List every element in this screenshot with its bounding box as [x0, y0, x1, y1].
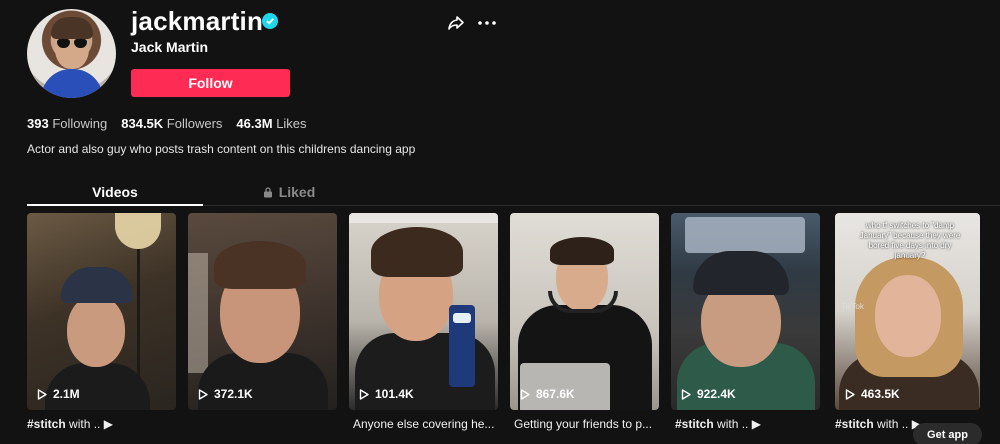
profile-bio: Actor and also guy who posts trash conte… — [27, 142, 416, 156]
video-card[interactable]: 101.4K — [349, 213, 498, 410]
view-count: 867.6K — [520, 387, 575, 401]
followers-label: Followers — [166, 116, 223, 131]
get-app-button[interactable]: Get app — [913, 423, 982, 444]
view-count-text: 867.6K — [536, 387, 575, 401]
video-thumbnail — [510, 213, 659, 410]
profile-username: jackmartin — [131, 6, 264, 36]
video-thumbnail — [671, 213, 820, 410]
view-count: 463.5K — [845, 387, 900, 401]
tab-liked[interactable]: Liked — [201, 184, 377, 200]
video-card[interactable]: 372.1K — [188, 213, 337, 410]
stat-followers[interactable]: 834.5K Followers — [121, 116, 222, 131]
play-icon — [359, 388, 369, 400]
verified-badge-icon — [262, 13, 278, 29]
following-count: 393 — [27, 116, 49, 131]
view-count-text: 372.1K — [214, 387, 253, 401]
caption-text: Anyone else covering he... — [353, 417, 495, 431]
view-count: 922.4K — [681, 387, 736, 401]
caption-text: with .. — [65, 417, 101, 431]
play-icon — [681, 388, 691, 400]
avatar-hair — [51, 17, 93, 39]
view-count: 372.1K — [198, 387, 253, 401]
view-count-text: 2.1M — [53, 387, 80, 401]
more-options-icon[interactable] — [477, 13, 497, 33]
caption-play-icon: ▶ — [751, 417, 761, 431]
view-count-text: 101.4K — [375, 387, 414, 401]
video-card[interactable]: 922.4K — [671, 213, 820, 410]
video-caption[interactable]: #stitch with .. ▶ — [27, 417, 176, 431]
video-thumbnail — [27, 213, 176, 410]
lock-icon — [263, 187, 272, 198]
profile-nickname: Jack Martin — [131, 39, 209, 55]
video-caption[interactable]: Anyone else covering he... — [353, 417, 502, 431]
caption-tag[interactable]: #stitch — [675, 417, 714, 431]
video-card[interactable]: 2.1M — [27, 213, 176, 410]
caption-text: with .. — [873, 417, 909, 431]
profile-tabs: Videos Liked — [27, 178, 1000, 206]
caption-text: Getting your friends to p... — [514, 417, 653, 431]
stat-likes: 46.3M Likes — [236, 116, 306, 131]
followers-count: 834.5K — [121, 116, 164, 131]
play-icon — [37, 388, 47, 400]
active-tab-indicator — [27, 204, 203, 206]
video-thumbnail — [349, 213, 498, 410]
view-count: 101.4K — [359, 387, 414, 401]
tab-videos[interactable]: Videos — [27, 184, 203, 200]
profile-stats: 393 Following 834.5K Followers 46.3M Lik… — [27, 116, 307, 131]
share-icon[interactable] — [446, 13, 466, 33]
play-icon — [198, 388, 208, 400]
view-count-text: 463.5K — [861, 387, 900, 401]
stat-following[interactable]: 393 Following — [27, 116, 107, 131]
follow-button[interactable]: Follow — [131, 69, 290, 97]
video-caption[interactable]: #stitch with .. ▶ — [675, 417, 824, 431]
likes-label: Likes — [276, 116, 307, 131]
play-icon — [520, 388, 530, 400]
likes-count: 46.3M — [236, 116, 273, 131]
video-card[interactable]: who tf switches to "damp January" becaus… — [835, 213, 980, 410]
view-count: 2.1M — [37, 387, 80, 401]
caption-tag[interactable]: #stitch — [27, 417, 66, 431]
profile-avatar — [27, 9, 116, 98]
tiktok-watermark: TikTok — [841, 302, 864, 311]
video-thumbnail — [188, 213, 337, 410]
video-card[interactable]: 867.6K — [510, 213, 659, 410]
video-caption[interactable]: Getting your friends to p... — [514, 417, 663, 431]
following-label: Following — [52, 116, 108, 131]
view-count-text: 922.4K — [697, 387, 736, 401]
avatar-shirt — [41, 69, 103, 98]
video-overlay-text: who tf switches to "damp January" becaus… — [859, 221, 961, 260]
caption-play-icon: ▶ — [103, 417, 113, 431]
avatar-sunglasses — [57, 39, 87, 48]
video-caption[interactable]: #stitch with .. ▶ — [835, 417, 925, 431]
tab-liked-label: Liked — [278, 184, 316, 200]
caption-tag[interactable]: #stitch — [835, 417, 874, 431]
play-icon — [845, 388, 855, 400]
caption-text: with .. — [713, 417, 749, 431]
